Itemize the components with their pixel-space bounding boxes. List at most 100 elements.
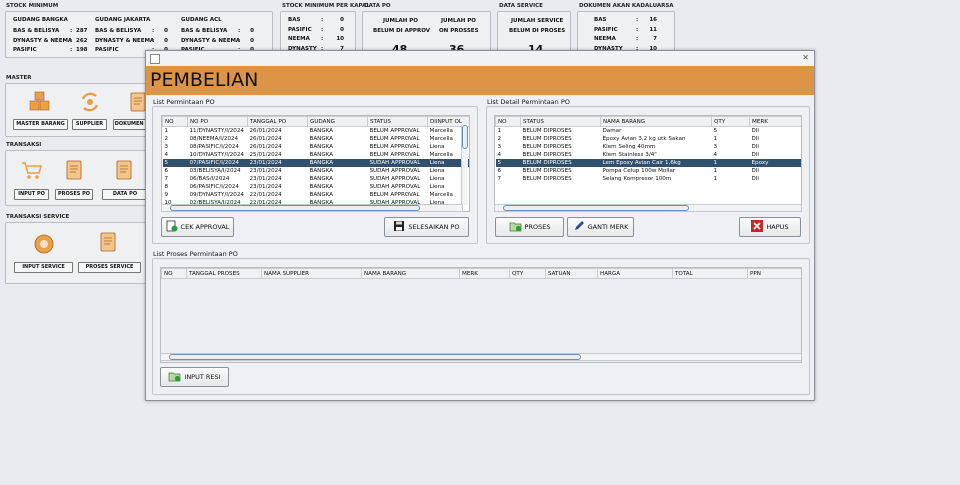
- proses-label: PROSES: [524, 223, 551, 231]
- column-header[interactable]: NAMA BARANG: [361, 268, 460, 279]
- kapal-colon: :: [321, 17, 324, 23]
- save-icon: [393, 220, 405, 234]
- clipboard-icon: [62, 158, 86, 182]
- cek-approval-label: CEK APPROVAL: [180, 223, 230, 231]
- input-service-button[interactable]: INPUT SERVICE: [14, 262, 73, 273]
- stock-value: 0: [250, 37, 254, 44]
- proses-service-icon: [96, 230, 120, 254]
- column-header[interactable]: NO: [162, 116, 188, 127]
- table-row[interactable]: 5 07/PASIFIC/I/2024 23/01/2024 BANGKA SUDAH …: [162, 159, 469, 167]
- table-cell: Dll: [751, 136, 759, 142]
- column-header[interactable]: TANGGAL PROSES: [186, 268, 262, 279]
- table-row[interactable]: 6 BELUM DIPROSES Pompa Celup 100w Mollar 1 D…: [496, 167, 802, 175]
- stock-colon: :: [152, 28, 155, 34]
- table-cell: 23/01/2024: [249, 184, 282, 190]
- column-header[interactable]: SATUAN: [545, 268, 598, 279]
- column-header[interactable]: GUDANG: [307, 116, 368, 127]
- detail-hscroll[interactable]: [494, 204, 802, 212]
- selesaikan-po-label: SELESAIKAN PO: [408, 223, 460, 231]
- table-row[interactable]: 2 08/NEEMA/I/2024 26/01/2024 BANGKA BELUM AP…: [163, 135, 470, 143]
- column-header[interactable]: NO: [161, 268, 187, 279]
- proses-hscroll[interactable]: [160, 353, 802, 361]
- cek-approval-button[interactable]: CEK APPROVAL: [161, 217, 234, 237]
- close-icon[interactable]: ✕: [802, 53, 809, 62]
- column-header[interactable]: NO PO: [187, 116, 248, 127]
- column-header[interactable]: TOTAL: [672, 268, 748, 279]
- hapus-button[interactable]: HAPUS: [739, 217, 801, 237]
- column-header[interactable]: NO: [495, 116, 521, 127]
- permintaan-table[interactable]: NO NO PO TANGGAL PO GUDANG STATUS DIINPUT OL …: [162, 116, 470, 207]
- table-cell: BANGKA: [309, 136, 334, 142]
- table-cell: 3: [713, 144, 718, 150]
- page-title: PEMBELIAN: [150, 69, 259, 91]
- table-cell: SUDAH APPROVAL: [369, 184, 421, 190]
- table-cell: 03/BELISYA/I/2024: [189, 168, 241, 174]
- table-cell: 8: [164, 184, 169, 190]
- table-row[interactable]: 6 03/BELISYA/I/2024 23/01/2024 BANGKA SUDAH …: [163, 167, 470, 175]
- detail-table[interactable]: NO STATUS NAMA BARANG QTY MERK 1 BELUM DIPROS…: [495, 116, 802, 183]
- table-cell: 1: [497, 128, 502, 134]
- approval-doc-icon: [166, 220, 178, 234]
- stock-colon: :: [238, 28, 241, 34]
- table-row[interactable]: 7 BELUM DIPROSES Selang Kompresor 100m 1 Dll: [496, 175, 802, 183]
- table-cell: 25/01/2024: [249, 152, 282, 158]
- table-cell: Dll: [751, 128, 759, 134]
- table-row[interactable]: 1 BELUM DIPROSES Damar 5 Dll: [496, 127, 802, 136]
- table-row[interactable]: 9 09/DYNASTY/I/2024 22/01/2024 BANGKA BELUM …: [163, 191, 470, 199]
- table-cell: BELUM DIPROSES: [520, 159, 601, 167]
- table-cell: 2: [164, 136, 169, 142]
- table-row[interactable]: 8 06/PASIFIC/I/2024 23/01/2024 BANGKA SUDAH …: [163, 183, 470, 191]
- stock-colon: :: [70, 37, 73, 44]
- column-header[interactable]: TANGGAL PO: [247, 116, 308, 127]
- column-header[interactable]: STATUS: [367, 116, 428, 127]
- column-header[interactable]: QTY: [509, 268, 546, 279]
- proses-table[interactable]: NO TANGGAL PROSES NAMA SUPPLIER NAMA BARANG…: [161, 268, 801, 279]
- column-header[interactable]: MERK: [459, 268, 510, 279]
- stock-label: DYNASTY & NEEMA: [13, 37, 73, 44]
- stock-value: 0: [250, 28, 254, 34]
- permintaan-hscroll[interactable]: [161, 204, 463, 212]
- column-header[interactable]: QTY: [711, 116, 750, 127]
- delete-icon: [751, 220, 764, 234]
- detail-table-wrap: NO STATUS NAMA BARANG QTY MERK 1 BELUM DIPROS…: [494, 115, 802, 212]
- table-row[interactable]: 4 BELUM DIPROSES Klem Stainless 3/4" 4 Dll: [496, 151, 802, 159]
- master-barang-button[interactable]: MASTER BARANG: [13, 119, 68, 130]
- proses-po-button[interactable]: PROSES PO: [55, 189, 93, 200]
- table-row[interactable]: 2 BELUM DIPROSES Epoxy Avian 3,2 kg utk Sa…: [496, 135, 802, 143]
- table-cell: Dll: [751, 152, 759, 158]
- proses-service-button[interactable]: PROSES SERVICE: [78, 262, 141, 273]
- kapal-value: 10: [336, 36, 344, 42]
- ganti-merk-button[interactable]: GANTI MERK: [567, 217, 634, 237]
- table-cell: 6: [497, 168, 502, 174]
- data-po-button[interactable]: DATA PO: [102, 189, 148, 200]
- table-cell: 23/01/2024: [247, 159, 308, 167]
- table-row[interactable]: 4 10/DYNASTY/I/2024 25/01/2024 BANGKA BELUM …: [163, 151, 470, 159]
- column-header[interactable]: STATUS: [520, 116, 601, 127]
- table-row[interactable]: 7 06/BAS/I/2024 23/01/2024 BANGKA SUDAH APPR…: [163, 175, 470, 183]
- stock-value: 0: [164, 37, 168, 44]
- hapus-label: HAPUS: [766, 223, 789, 231]
- data-po-label-2b: ON PROSSES: [439, 28, 479, 34]
- column-header[interactable]: PPN: [747, 268, 801, 279]
- table-row[interactable]: 1 11/DYNASTY/I/2024 26/01/2024 BANGKA BELUM …: [163, 127, 470, 136]
- column-header[interactable]: NAMA BARANG: [600, 116, 712, 127]
- supplier-button[interactable]: SUPPLIER: [72, 119, 107, 130]
- stock-colon: :: [70, 28, 73, 34]
- column-header[interactable]: MERK: [749, 116, 801, 127]
- input-po-button[interactable]: INPUT PO: [14, 189, 49, 200]
- column-header[interactable]: HARGA: [597, 268, 673, 279]
- pencil-icon: [573, 220, 585, 234]
- stock-colon: :: [70, 47, 73, 53]
- proses-button[interactable]: PROSES: [495, 217, 564, 237]
- table-row[interactable]: 3 BELUM DIPROSES Klem Seling 40mm 3 Dll: [496, 143, 802, 151]
- table-row[interactable]: 5 BELUM DIPROSES Lem Epoxy Avian Cair 1,6k…: [495, 159, 801, 167]
- table-cell: SUDAH APPROVAL: [367, 159, 428, 167]
- stock-colon: :: [238, 37, 241, 44]
- table-cell: 9: [164, 192, 169, 198]
- table-cell: 23/01/2024: [249, 176, 282, 182]
- input-resi-button[interactable]: INPUT RESI: [160, 367, 229, 387]
- selesaikan-po-button[interactable]: SELESAIKAN PO: [384, 217, 469, 237]
- column-header[interactable]: NAMA SUPPLIER: [261, 268, 362, 279]
- permintaan-vscroll[interactable]: [461, 125, 468, 205]
- table-row[interactable]: 3 08/PASIFIC/I/2024 26/01/2024 BANGKA BELUM …: [163, 143, 470, 151]
